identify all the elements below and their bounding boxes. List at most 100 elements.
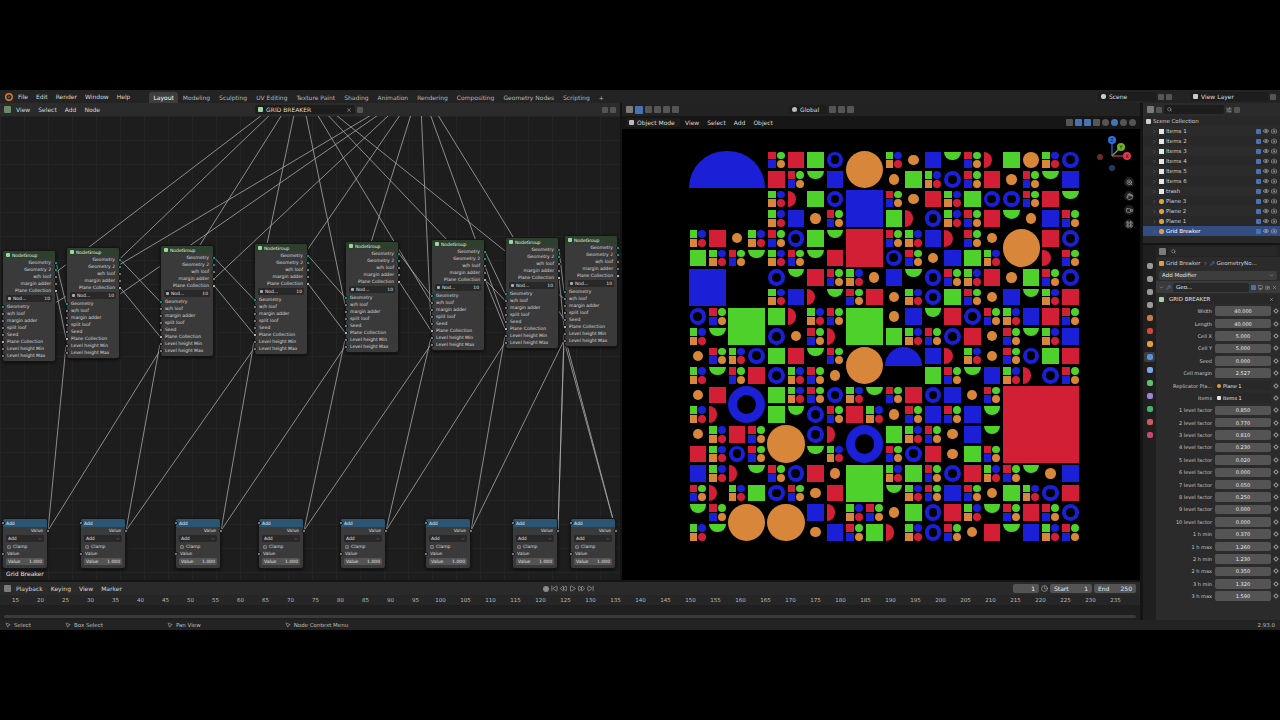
output-socket[interactable]	[557, 255, 561, 259]
keyframe-icon[interactable]	[1273, 457, 1279, 463]
input-socket[interactable]	[344, 345, 348, 349]
output-socket[interactable]	[384, 529, 388, 533]
properties-tab[interactable]	[1144, 313, 1155, 323]
select-mode-icon[interactable]	[663, 106, 670, 113]
node-canvas[interactable]: NodeGroupGeometryGeometry 2w/h loofmargi…	[0, 116, 620, 580]
menu-item[interactable]: Node	[81, 105, 103, 114]
clamp-checkbox[interactable]	[430, 545, 434, 549]
snap-icon[interactable]	[602, 107, 608, 113]
math-node[interactable]: AddValueAddClampValueValue1.000	[80, 518, 126, 569]
large-shape[interactable]	[727, 503, 766, 542]
input-socket[interactable]	[344, 324, 348, 328]
number-field[interactable]: 0.020	[1215, 455, 1271, 465]
math-node[interactable]: AddValueAddClampValueValue1.000	[2, 518, 48, 569]
output-socket[interactable]	[54, 289, 58, 293]
scene-field[interactable]: Scene	[1098, 92, 1156, 101]
input-socket[interactable]	[424, 552, 428, 556]
operation-dropdown[interactable]: Add	[429, 535, 467, 542]
keyframe-icon[interactable]	[1273, 469, 1279, 475]
value-field[interactable]: Value1.000	[429, 558, 467, 565]
number-field[interactable]: 2.527	[1215, 368, 1271, 378]
group-node[interactable]: NodeGroupGeometryGeometry 2w/h loofmargi…	[505, 237, 559, 349]
menu-item[interactable]: Window	[82, 92, 112, 101]
menu-item[interactable]: Marker	[98, 584, 125, 593]
output-socket[interactable]	[483, 264, 487, 268]
input-socket[interactable]	[79, 521, 83, 525]
group-node[interactable]: NodeGroupGeometryGeometry 2w/h loofmargi…	[431, 239, 485, 351]
clamp-checkbox[interactable]	[180, 545, 184, 549]
input-socket[interactable]	[511, 521, 515, 525]
output-socket[interactable]	[483, 250, 487, 254]
properties-tab[interactable]	[1144, 378, 1155, 388]
viewport-canvas[interactable]: ZYX	[622, 129, 1140, 580]
exclude-checkbox-icon[interactable]	[1256, 229, 1261, 234]
input-socket[interactable]	[65, 330, 69, 334]
workspace-tab[interactable]: Layout	[149, 92, 177, 103]
start-frame-field[interactable]: Start1	[1050, 584, 1092, 593]
node-group-selector[interactable]: Nod...10	[349, 286, 395, 293]
workspace-tab[interactable]: Sculpting	[215, 92, 251, 103]
input-socket[interactable]	[159, 328, 163, 332]
large-shape[interactable]	[845, 307, 884, 346]
output-socket[interactable]	[556, 529, 560, 533]
keyframe-icon[interactable]	[1273, 321, 1279, 327]
menu-item[interactable]: Select	[704, 118, 729, 127]
input-socket[interactable]	[430, 294, 434, 298]
value-field[interactable]: Value1.000	[516, 558, 554, 565]
edit-mode-toggle-icon[interactable]	[1251, 285, 1256, 290]
output-socket[interactable]	[306, 268, 310, 272]
mode-dropdown[interactable]: Object Mode	[626, 118, 680, 127]
large-shape[interactable]	[688, 150, 766, 189]
output-socket[interactable]	[54, 261, 58, 265]
keyframe-icon[interactable]	[1273, 407, 1279, 413]
ortho-toggle-button[interactable]	[1124, 219, 1134, 229]
clamp-checkbox[interactable]	[517, 545, 521, 549]
outliner-row[interactable]: Items 3	[1143, 146, 1280, 156]
number-field[interactable]: 0.350	[1215, 567, 1271, 577]
properties-tab[interactable]	[1144, 339, 1155, 349]
select-tool-icon[interactable]	[635, 106, 643, 114]
menu-item[interactable]: View	[13, 105, 33, 114]
xray-icon[interactable]	[1093, 119, 1100, 126]
value-field[interactable]: Value1.000	[574, 558, 612, 565]
outliner-row[interactable]: trash	[1143, 186, 1280, 196]
output-socket[interactable]	[397, 266, 401, 270]
pan-button[interactable]	[1124, 191, 1134, 201]
number-field[interactable]: 0.000	[1215, 517, 1271, 527]
number-field[interactable]: 0.230	[1215, 443, 1271, 453]
number-field[interactable]: 5.000	[1215, 331, 1271, 341]
group-node[interactable]: NodeGroupGeometryGeometry 2w/h loofmargi…	[564, 235, 618, 347]
keyframe-icon[interactable]	[1273, 593, 1279, 599]
large-shape[interactable]	[766, 424, 805, 463]
output-socket[interactable]	[616, 260, 620, 264]
workspace-tab[interactable]: UV Editing	[252, 92, 291, 103]
keyframe-icon[interactable]	[1273, 395, 1279, 401]
new-view-layer-icon[interactable]	[1270, 94, 1276, 100]
exclude-checkbox-icon[interactable]	[1256, 189, 1261, 194]
menu-item[interactable]: Render	[53, 92, 80, 101]
exclude-checkbox-icon[interactable]	[1256, 159, 1261, 164]
output-socket[interactable]	[118, 279, 122, 283]
node-group-selector[interactable]: Nod...10	[258, 288, 304, 295]
input-socket[interactable]	[1, 354, 5, 358]
value-field[interactable]: Value1.000	[84, 558, 122, 565]
input-socket[interactable]	[504, 306, 508, 310]
gizmo-toggle-icon[interactable]	[1075, 119, 1082, 126]
input-socket[interactable]	[159, 307, 163, 311]
overlay-toggle-icon[interactable]	[1084, 119, 1091, 126]
output-socket[interactable]	[397, 280, 401, 284]
properties-tab[interactable]	[1144, 261, 1155, 271]
output-socket[interactable]	[212, 270, 216, 274]
output-socket[interactable]	[212, 256, 216, 260]
material-shading-icon[interactable]	[1120, 119, 1127, 126]
clamp-checkbox[interactable]	[85, 545, 89, 549]
input-socket[interactable]	[79, 552, 83, 556]
keyframe-icon[interactable]	[1273, 370, 1279, 376]
output-socket[interactable]	[306, 275, 310, 279]
solid-shading-icon[interactable]	[1111, 119, 1118, 126]
menu-item[interactable]: View	[682, 118, 702, 127]
record-icon[interactable]	[543, 586, 549, 592]
clamp-checkbox[interactable]	[575, 545, 579, 549]
output-socket[interactable]	[557, 276, 561, 280]
output-socket[interactable]	[397, 259, 401, 263]
